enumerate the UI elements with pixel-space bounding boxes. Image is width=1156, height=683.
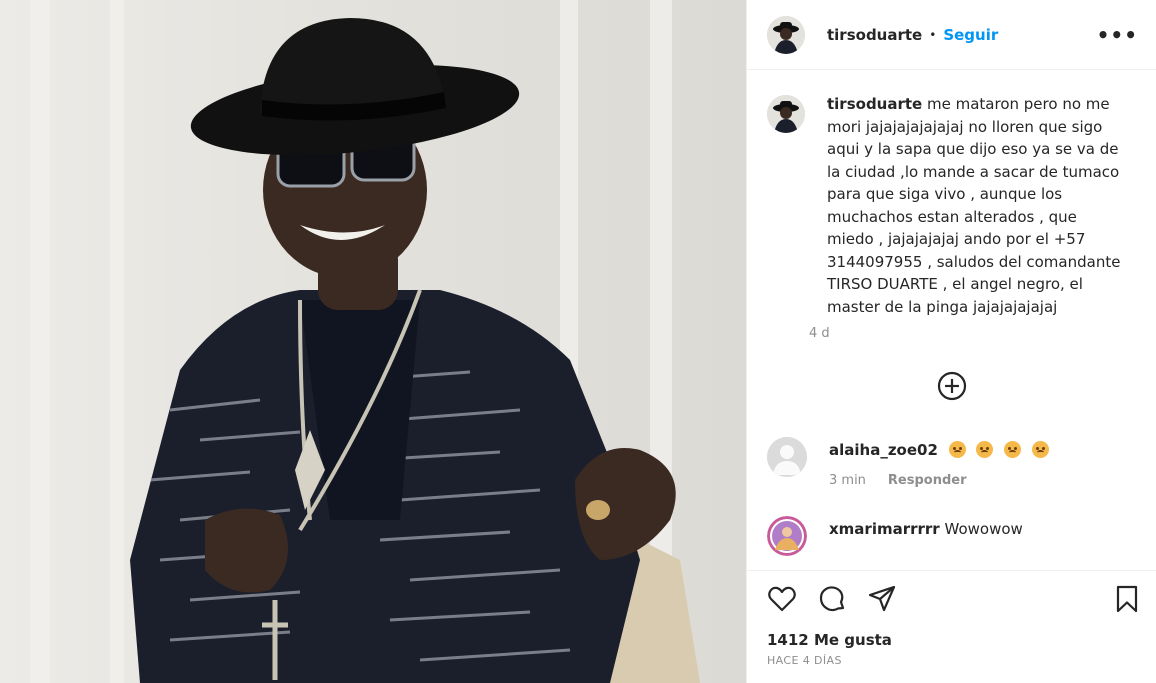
bookmark-icon [1116,585,1138,613]
crying-face-emoji-icon [976,441,994,458]
follow-button[interactable]: Seguir [943,26,998,44]
caption-avatar[interactable] [767,95,805,133]
plus-circle-icon [937,371,966,401]
header-separator: • [929,27,937,42]
like-button[interactable] [767,584,797,614]
header-username[interactable]: tirsoduarte [827,26,922,44]
comment-time: 3 min [829,473,866,488]
share-button[interactable] [867,584,897,614]
profile-avatar[interactable] [767,15,805,54]
comment-text: Wowowow [944,520,1023,538]
crying-face-emoji-icon [948,441,966,458]
reply-button[interactable]: Responder [888,470,967,492]
commenter-avatar[interactable] [767,437,807,477]
crying-face-emoji-icon [1032,441,1050,458]
avatar-image [767,95,805,133]
post-footer: 1412 Me gusta HACE 4 DÍAS [747,570,1156,683]
heart-icon [768,586,796,612]
likes-count[interactable]: 1412 Me gusta [747,631,1156,649]
crying-face-emoji-icon [1004,441,1022,458]
comments-section[interactable]: tirsoduarte me mataron pero no me mori j… [747,71,1156,571]
avatar-image [767,516,807,556]
commenter-avatar[interactable] [767,516,807,556]
paper-plane-icon [868,585,896,612]
caption-username[interactable]: tirsoduarte [827,95,922,113]
comment-item: alaiha_zoe02 3 min Responder [747,437,1156,492]
comment-body: xmarimarrrrr Wowowow [829,518,1023,556]
comment-bubble-icon [819,586,845,612]
caption-text-block: tirsoduarte me mataron pero no me mori j… [827,93,1127,318]
load-more-comments-button[interactable] [747,371,1156,401]
comment-username[interactable]: xmarimarrrrr [829,520,940,538]
comment-button[interactable] [817,584,847,614]
post-photo[interactable] [0,0,746,683]
save-button[interactable] [1112,584,1142,614]
action-bar [747,573,1156,625]
comment-meta: 3 min Responder [829,470,1049,492]
caption-time: 4 d [809,326,830,341]
comment-username[interactable]: alaiha_zoe02 [829,441,938,459]
more-icon[interactable]: ••• [1097,23,1138,47]
instagram-post: tirsoduarte • Seguir ••• tirsoduarte me … [0,0,1156,683]
post-side-panel: tirsoduarte • Seguir ••• tirsoduarte me … [746,0,1156,683]
caption-text: me mataron pero no me mori jajajajajajaj… [827,95,1121,316]
caption: tirsoduarte me mataron pero no me mori j… [747,71,1156,318]
comment-item: xmarimarrrrr Wowowow [747,516,1156,556]
default-avatar-icon [767,437,807,477]
comment-body: alaiha_zoe02 3 min Responder [829,439,1050,492]
post-header: tirsoduarte • Seguir ••• [747,0,1156,70]
post-date[interactable]: HACE 4 DÍAS [747,654,1156,667]
avatar-image [767,15,805,54]
post-image [0,0,746,683]
